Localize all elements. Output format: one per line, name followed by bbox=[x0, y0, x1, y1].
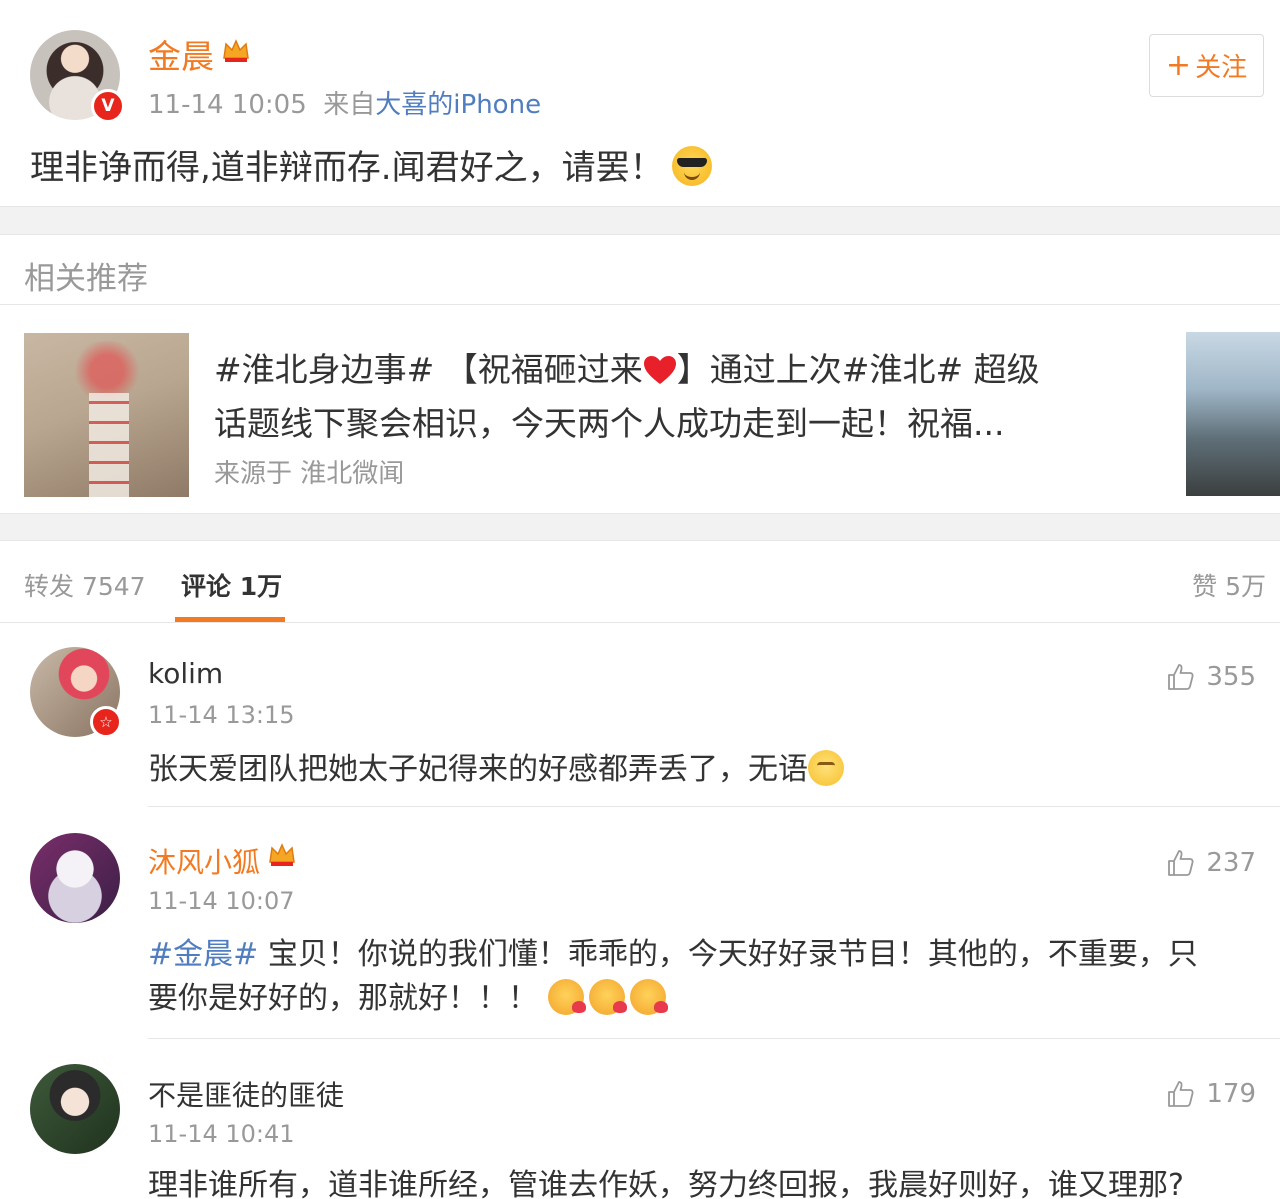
comment-like-button[interactable]: 355 bbox=[1166, 662, 1256, 692]
comment-text: #金晨# 宝贝！你说的我们懂！乖乖的，今天好好录节目！其他的，不重要，只 要你是… bbox=[148, 933, 1258, 1021]
related-line-1b: 】通过上次#淮北# 超级 bbox=[676, 350, 1040, 389]
tab-likes[interactable]: 赞 5万 bbox=[1192, 567, 1266, 603]
petal-path-image bbox=[89, 393, 129, 497]
thumbs-up-icon bbox=[1168, 850, 1194, 876]
vip-crown-icon bbox=[222, 33, 250, 62]
plus-icon: + bbox=[1165, 48, 1192, 83]
divider bbox=[0, 622, 1280, 623]
commenter-name-text[interactable]: 沐风小狐 bbox=[148, 846, 260, 879]
related-thumbnail-next[interactable] bbox=[1186, 332, 1280, 496]
commenter-avatar[interactable] bbox=[30, 833, 120, 923]
comment-like-button[interactable]: 237 bbox=[1166, 848, 1256, 878]
related-thumbnail[interactable] bbox=[24, 333, 189, 497]
thinking-emoji-icon bbox=[808, 750, 844, 786]
weibo-post: V 金晨 11-14 10:05 来自大喜的iPhone + 关注 理非诤而得,道… bbox=[0, 0, 1280, 207]
comment-text-content: 张天爱团队把她太子妃得来的好感都弄丢了，无语 bbox=[148, 752, 808, 787]
comment-like-button[interactable]: 179 bbox=[1166, 1079, 1256, 1109]
comment-time: 11-14 13:15 bbox=[148, 701, 295, 729]
verified-badge-icon: V bbox=[91, 89, 125, 123]
rose-heart-image bbox=[62, 341, 152, 401]
comment-item: 沐风小狐 11-14 10:07 237 #金晨# 宝贝！你说的我们懂！乖乖的，… bbox=[0, 833, 1280, 1039]
author-name-text[interactable]: 金晨 bbox=[148, 37, 214, 76]
star-badge-icon: ☆ bbox=[90, 706, 122, 738]
comment-text: 张天爱团队把她太子妃得来的好感都弄丢了，无语 bbox=[148, 748, 1258, 792]
related-title: 相关推荐 bbox=[24, 261, 148, 297]
follow-button[interactable]: + 关注 bbox=[1149, 34, 1264, 97]
commenter-name[interactable]: 沐风小狐 bbox=[148, 841, 296, 881]
related-source: 来源于 淮北微闻 bbox=[214, 459, 405, 489]
like-count: 179 bbox=[1206, 1079, 1256, 1109]
kiss-emoji-icon bbox=[629, 979, 668, 1015]
related-item-text[interactable]: #淮北身边事# 【祝福砸过来 】通过上次#淮北# 超级 话题线下聚会相识，今天两个… bbox=[214, 343, 1174, 451]
related-line-1a: #淮北身边事# 【祝福砸过来 bbox=[214, 350, 643, 389]
like-count: 237 bbox=[1206, 848, 1256, 878]
author-name[interactable]: 金晨 bbox=[148, 30, 250, 78]
commenter-name[interactable]: kolim bbox=[148, 657, 223, 690]
kiss-emoji-icon bbox=[588, 979, 627, 1015]
follow-label: 关注 bbox=[1195, 53, 1248, 83]
post-time: 11-14 10:05 bbox=[148, 90, 307, 120]
vip-crown-icon bbox=[268, 842, 296, 868]
divider bbox=[148, 1038, 1280, 1039]
sunglasses-emoji-icon bbox=[671, 146, 712, 186]
heart-emoji-icon bbox=[643, 356, 676, 384]
comment-item: ☆ kolim 11-14 13:15 355 张天爱团队把她太子妃得来的好感都… bbox=[0, 647, 1280, 807]
like-count: 355 bbox=[1206, 662, 1256, 692]
comment-time: 11-14 10:41 bbox=[148, 1120, 295, 1148]
related-recommendations: 相关推荐 #淮北身边事# 【祝福砸过来 】通过上次#淮北# 超级 话题线下聚会相识… bbox=[0, 234, 1280, 514]
tab-comments[interactable]: 评论 1万 bbox=[181, 567, 282, 603]
commenter-avatar[interactable] bbox=[30, 1064, 120, 1154]
tab-repost[interactable]: 转发 7547 bbox=[24, 567, 146, 603]
related-line-2: 话题线下聚会相识，今天两个人成功走到一起！祝福... bbox=[214, 404, 1005, 443]
divider bbox=[148, 806, 1280, 807]
post-source-link[interactable]: 大喜的iPhone bbox=[375, 90, 541, 120]
thumbs-up-icon bbox=[1168, 664, 1194, 690]
comment-text: 理非谁所有，道非谁所经，管谁去作妖，努力终回报，我晨好则好，谁又理那? bbox=[148, 1168, 1184, 1199]
commenter-name[interactable]: 不是匪徒的匪徒 bbox=[148, 1074, 344, 1114]
thumbs-up-icon bbox=[1168, 1081, 1194, 1107]
comment-text-line-2: 要你是好好的，那就好！！！ bbox=[148, 981, 538, 1016]
related-line-1: #淮北身边事# 【祝福砸过来 】通过上次#淮北# 超级 bbox=[214, 343, 1174, 397]
comment-item: 不是匪徒的匪徒 11-14 10:41 179 理非谁所有，道非谁所经，管谁去作… bbox=[0, 1064, 1280, 1199]
post-meta: 11-14 10:05 来自大喜的iPhone bbox=[148, 84, 541, 121]
comments-section: 转发 7547 评论 1万 赞 5万 ☆ kolim 11-14 13:15 3… bbox=[0, 540, 1280, 1199]
kiss-emoji-icon bbox=[547, 979, 586, 1015]
post-text: 理非诤而得,道非辩而存.闻君好之，请罢！ bbox=[30, 140, 712, 189]
comment-text-line-1: 宝贝！你说的我们懂！乖乖的，今天好好录节目！其他的，不重要，只 bbox=[258, 937, 1198, 972]
post-from-prefix: 来自 bbox=[323, 90, 376, 120]
comment-time: 11-14 10:07 bbox=[148, 887, 295, 915]
divider bbox=[0, 304, 1280, 305]
post-text-content: 理非诤而得,道非辩而存.闻君好之，请罢！ bbox=[30, 148, 664, 188]
hashtag-link[interactable]: #金晨# bbox=[148, 937, 258, 972]
